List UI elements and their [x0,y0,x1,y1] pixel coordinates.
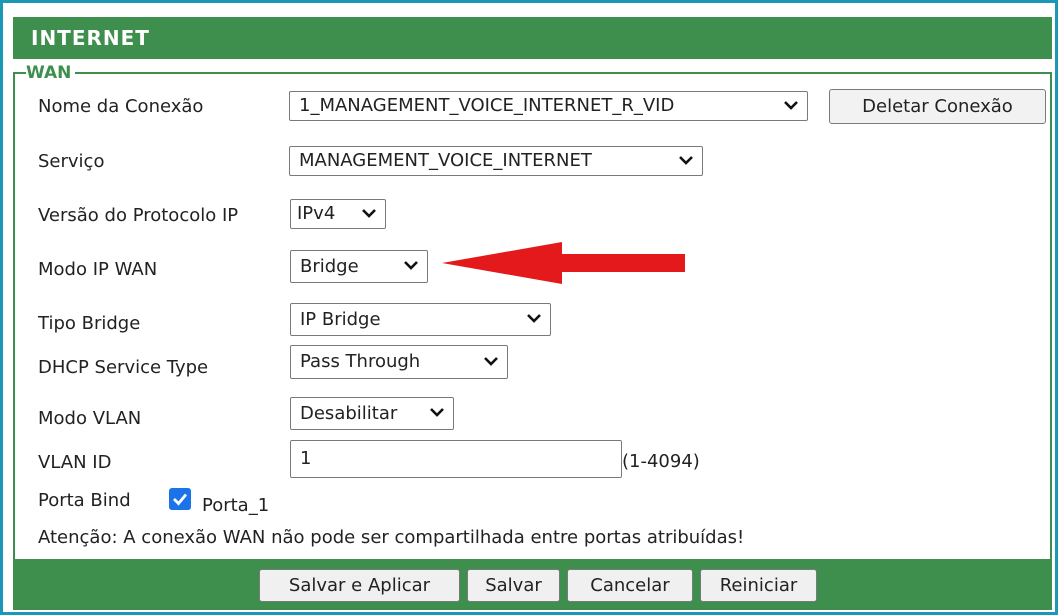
section-label-wan: WAN [26,64,76,82]
wan-ip-mode-label: Modo IP WAN [38,259,158,280]
dhcp-service-type-label: DHCP Service Type [38,357,209,378]
save-button[interactable]: Salvar [467,569,560,602]
port-1-label: Porta_1 [202,495,270,516]
restart-button[interactable]: Reiniciar [700,569,817,602]
chevron-down-icon [430,408,444,417]
dhcp-service-type-value: Pass Through [300,351,421,372]
vlan-id-range-hint: (1-4094) [622,451,700,472]
connection-name-label: Nome da Conexão [38,96,204,117]
bridge-type-label: Tipo Bridge [38,313,141,334]
warning-text: Atenção: A conexão WAN não pode ser comp… [38,527,745,548]
vlan-mode-select[interactable]: Desabilitar [290,397,454,430]
delete-connection-button[interactable]: Deletar Conexão [829,89,1046,124]
chevron-down-icon [679,156,693,165]
checkmark-icon [173,493,188,506]
ip-protocol-value: IPv4 [297,203,336,224]
service-select[interactable]: MANAGEMENT_VOICE_INTERNET [289,146,703,176]
bridge-type-value: IP Bridge [300,309,381,330]
service-value: MANAGEMENT_VOICE_INTERNET [299,150,592,171]
wan-ip-mode-select[interactable]: Bridge [290,250,428,283]
vlan-mode-label: Modo VLAN [38,408,142,429]
footer-toolbar: Salvar e Aplicar Salvar Cancelar Reinici… [13,559,1052,610]
bridge-type-select[interactable]: IP Bridge [290,303,551,336]
save-apply-button[interactable]: Salvar e Aplicar [259,569,460,602]
ip-protocol-select[interactable]: IPv4 [290,199,386,229]
dhcp-service-type-select[interactable]: Pass Through [290,345,508,379]
chevron-down-icon [784,101,798,110]
chevron-down-icon [404,261,418,270]
service-label: Serviço [38,151,105,172]
cancel-button[interactable]: Cancelar [567,569,693,602]
chevron-down-icon [527,314,541,323]
wan-ip-mode-value: Bridge [300,256,359,277]
vlan-mode-value: Desabilitar [300,403,398,424]
port-bind-label: Porta Bind [38,490,131,511]
ip-protocol-label: Versão do Protocolo IP [38,205,239,226]
arrow-left-icon [442,242,685,284]
connection-name-value: 1_MANAGEMENT_VOICE_INTERNET_R_VID [299,95,675,116]
page-title: INTERNET [13,17,1052,59]
chevron-down-icon [362,209,376,218]
vlan-id-label: VLAN ID [38,452,112,473]
connection-name-select[interactable]: 1_MANAGEMENT_VOICE_INTERNET_R_VID [289,91,808,121]
port-1-checkbox[interactable] [169,488,191,510]
vlan-id-input[interactable]: 1 [290,440,622,478]
chevron-down-icon [484,357,498,366]
